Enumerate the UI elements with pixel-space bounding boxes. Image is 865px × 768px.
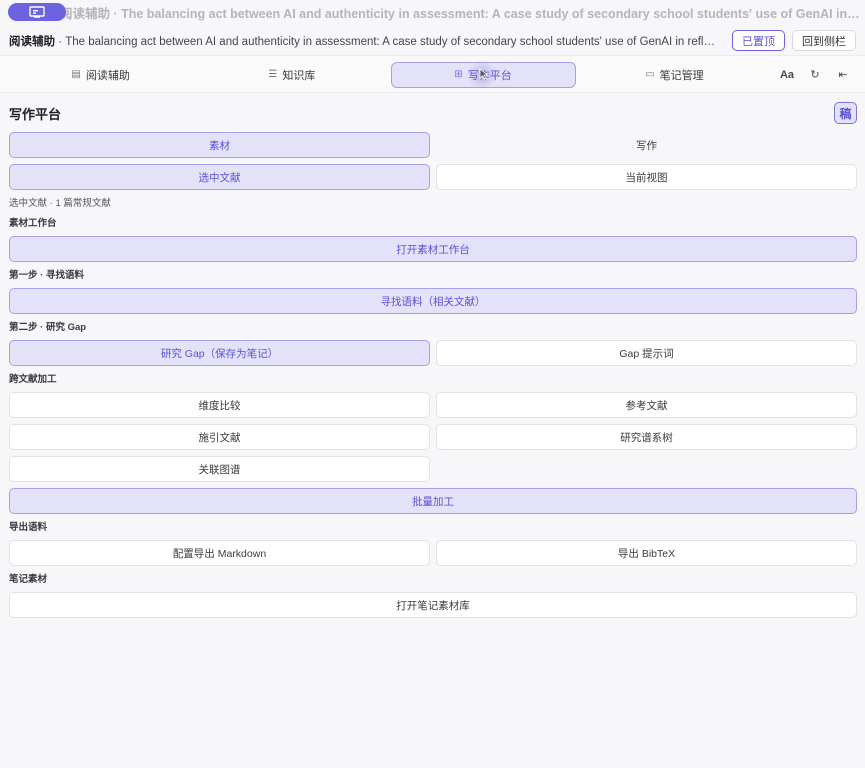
scope-switch: 选中文献 当前视图 [9,164,857,190]
tab-reading-assist[interactable]: ▤ 阅读辅助 [8,62,193,88]
main-tabs: ▤ 阅读辅助 ☰ 知识库 ⊞ 写作平台 ▭ 笔记管理 Aa ↻ ⇤ [0,57,865,93]
batch-process-button[interactable]: 批量加工 [9,488,857,514]
mode-writing-button[interactable]: 写作 [436,132,857,158]
tab-notes-management[interactable]: ▭ 笔记管理 [582,62,767,88]
selected-info: 选中文献 · 1 篇常规文献 [9,198,111,209]
find-corpus-button[interactable]: 寻找语料（相关文献） [9,288,857,314]
citing-papers-button[interactable]: 施引文献 [9,424,430,450]
document-icon: ▤ [71,69,81,80]
step1-label: 第一步 · 寻找语料 [9,270,84,281]
grid-icon: ⊞ [454,69,463,80]
header-title: · The balancing act between AI and authe… [55,35,725,48]
cross-processing-label: 跨文献加工 [9,374,57,385]
pinned-button[interactable]: 已置顶 [732,30,785,51]
references-button[interactable]: 参考文献 [436,392,857,418]
ghost-title: 阅读辅助 · The balancing act between AI and … [60,6,860,21]
tab-writing-platform[interactable]: ⊞ 写作平台 [390,61,576,88]
relation-graph-button[interactable]: 关联图谱 [9,456,430,482]
back-to-sidebar-button[interactable]: 回到侧栏 [792,30,856,51]
refresh-icon[interactable]: ↻ [801,62,829,88]
gap-prompt-button[interactable]: Gap 提示词 [436,340,857,366]
collapse-icon[interactable]: ⇤ [829,62,857,88]
step2-label: 第二步 · 研究 Gap [9,322,87,333]
page-header: 写作平台 稿 [9,100,857,126]
mode-switch: 素材 写作 [9,132,857,158]
tab-label: 知识库 [282,69,316,82]
dimension-compare-button[interactable]: 维度比较 [9,392,430,418]
font-size-button[interactable]: Aa [773,62,801,88]
research-gap-button[interactable]: 研究 Gap（保存为笔记） [9,340,430,366]
tab-label: 笔记管理 [659,69,704,82]
draft-button[interactable]: 稿 [834,102,857,124]
document-title: 阅读辅助 · The balancing act between AI and … [9,33,725,49]
database-icon: ☰ [268,69,278,80]
export-bibtex-button[interactable]: 导出 BibTeX [436,540,857,566]
floating-window-pill[interactable] [8,3,66,21]
ghost-title-bar: 阅读辅助 · The balancing act between AI and … [0,0,865,24]
export-markdown-button[interactable]: 配置导出 Markdown [9,540,430,566]
tab-knowledge-base[interactable]: ☰ 知识库 [199,62,384,88]
open-notes-library-button[interactable]: 打开笔记素材库 [9,592,857,618]
document-header: 阅读辅助 · The balancing act between AI and … [0,26,865,56]
open-workbench-button[interactable]: 打开素材工作台 [9,236,857,262]
scope-selected-button[interactable]: 选中文献 [9,164,430,190]
writing-platform-panel: 写作平台 稿 素材 写作 选中文献 当前视图 选中文献 · 1 篇常规文献 素材… [9,100,857,624]
folder-icon: ▭ [645,69,655,80]
header-prefix: 阅读辅助 [9,35,55,48]
export-label: 导出语料 [9,522,48,533]
research-lineage-button[interactable]: 研究谱系树 [436,424,857,450]
tab-label: 写作平台 [467,69,512,82]
page-title: 写作平台 [9,106,62,122]
tab-label: 阅读辅助 [85,69,130,82]
scope-current-view-button[interactable]: 当前视图 [436,164,857,190]
mode-material-button[interactable]: 素材 [9,132,430,158]
toolbar-icons: Aa ↻ ⇤ [773,62,857,88]
workbench-label: 素材工作台 [9,218,57,229]
notes-label: 笔记素材 [9,574,48,585]
window-icon [29,6,45,18]
